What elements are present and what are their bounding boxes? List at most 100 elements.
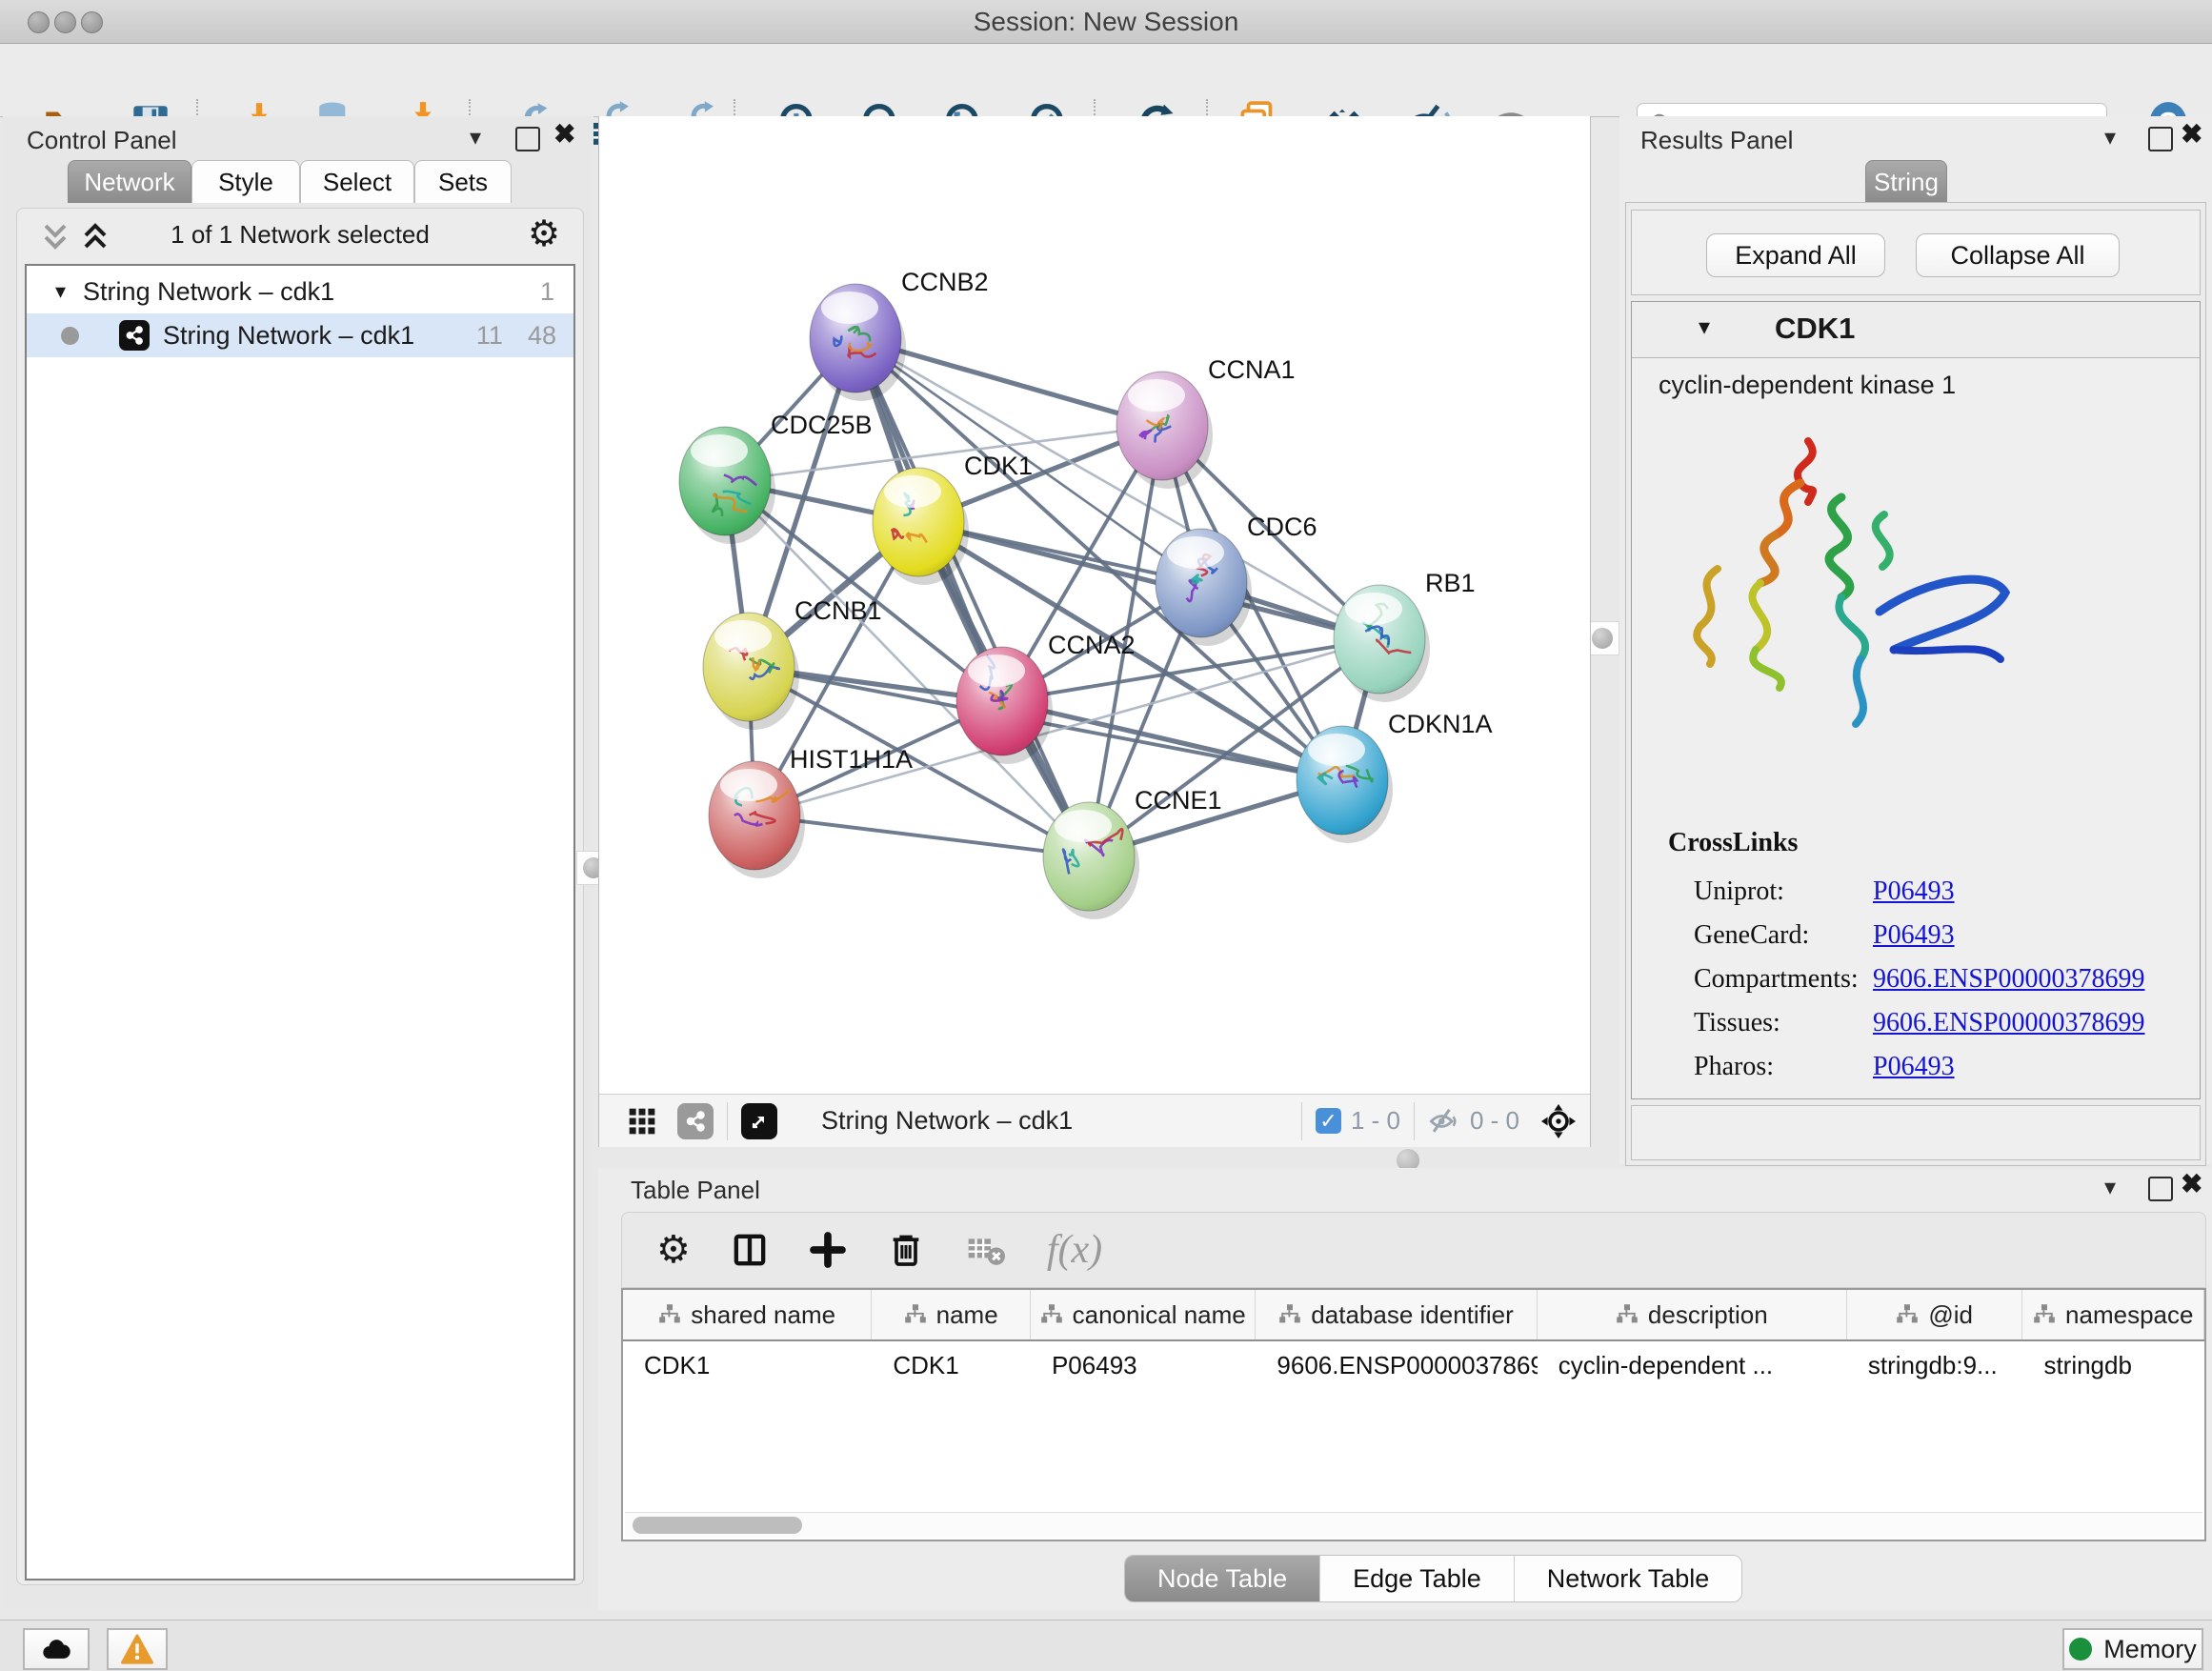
results-panel-close-icon[interactable]: ✖ — [2181, 124, 2202, 145]
table-cell[interactable]: cyclin-dependent ... — [1538, 1341, 1847, 1389]
tab-style[interactable]: Style — [191, 160, 300, 203]
table-cell[interactable]: stringdb — [2022, 1341, 2204, 1389]
cloud-status-button[interactable] — [23, 1628, 90, 1670]
results-panel-float-icon[interactable] — [2148, 127, 2173, 151]
table-cell[interactable]: stringdb:9... — [1847, 1341, 2023, 1389]
gene-expander-caret[interactable]: ▾ — [1699, 313, 1710, 341]
tab-node-table[interactable]: Node Table — [1125, 1556, 1320, 1601]
memory-button[interactable]: Memory — [2062, 1628, 2203, 1670]
string-view-badge-icon[interactable] — [677, 1103, 714, 1139]
scrollbar-thumb[interactable] — [633, 1517, 802, 1534]
node-label-CCNA2: CCNA2 — [1048, 631, 1136, 659]
tab-string[interactable]: String — [1865, 160, 1947, 203]
table-cell[interactable]: 9606.ENSP00000378699 — [1256, 1341, 1537, 1389]
network-node-RB1[interactable]: RB1 — [1334, 569, 1476, 702]
control-panel-menu-caret[interactable]: ▾ — [470, 124, 481, 151]
control-panel-close-icon[interactable]: ✖ — [553, 124, 575, 145]
network-state-dot — [61, 327, 79, 345]
tab-network-table[interactable]: Network Table — [1515, 1556, 1742, 1601]
memory-status-dot — [2069, 1638, 2092, 1661]
birdseye-view-icon[interactable] — [624, 1103, 660, 1139]
table-panel-menu-caret[interactable]: ▾ — [2104, 1174, 2116, 1201]
table-cell[interactable]: CDK1 — [623, 1341, 872, 1389]
node-label-CDC25B: CDC25B — [771, 411, 873, 439]
table-options-gear-icon[interactable]: ⚙ — [656, 1231, 691, 1269]
footer-separator — [727, 1102, 728, 1140]
column-header-database-identifier[interactable]: database identifier — [1256, 1290, 1537, 1339]
footer-separator — [1301, 1102, 1302, 1140]
tab-select[interactable]: Select — [300, 160, 414, 203]
column-header-shared-name[interactable]: shared name — [623, 1290, 872, 1339]
column-header-namespace[interactable]: namespace — [2022, 1290, 2204, 1339]
table-row[interactable]: CDK1CDK1P064939606.ENSP00000378699cyclin… — [623, 1341, 2204, 1389]
table-panel-float-icon[interactable] — [2148, 1177, 2173, 1201]
tab-edge-table[interactable]: Edge Table — [1320, 1556, 1515, 1601]
crosslink-label: Tissues: — [1694, 1008, 1873, 1038]
pan-crosshair-icon[interactable] — [1540, 1103, 1577, 1139]
network-node-CCNE1[interactable]: CCNE1 — [1043, 786, 1222, 919]
network-node-CDK1[interactable]: CDK1 — [873, 452, 1033, 585]
collapse-all-button[interactable]: Collapse All — [1916, 233, 2120, 277]
results-panel-menu-caret[interactable]: ▾ — [2104, 124, 2116, 151]
network-options-gear-icon[interactable]: ⚙ — [528, 212, 560, 255]
collection-expander-caret[interactable]: ▾ — [55, 279, 66, 304]
column-header-name[interactable]: name — [872, 1290, 1031, 1339]
crosslink-row: Tissues:9606.ENSP00000378699 — [1694, 1001, 2189, 1045]
tab-sets[interactable]: Sets — [414, 160, 512, 203]
collection-label: String Network – cdk1 — [83, 277, 334, 307]
crosslink-link[interactable]: P06493 — [1873, 876, 1955, 907]
network-row-selected[interactable]: String Network – cdk1 11 48 — [27, 313, 573, 357]
add-column-icon[interactable] — [809, 1231, 847, 1269]
cytoscape-window: Session: New Session — [0, 0, 2212, 1671]
gene-symbol: CDK1 — [1775, 312, 1855, 346]
table-cell[interactable]: CDK1 — [872, 1341, 1031, 1389]
footer-separator — [1414, 1102, 1415, 1140]
network-node-CCNB1[interactable]: CCNB1 — [703, 596, 882, 730]
expand-all-button[interactable]: Expand All — [1706, 233, 1885, 277]
table-panel-close-icon[interactable]: ✖ — [2181, 1174, 2202, 1195]
network-collection-row[interactable]: ▾ String Network – cdk1 1 — [27, 270, 573, 313]
crosslink-link[interactable]: P06493 — [1873, 920, 1955, 951]
network-edge-CCNB2-CCNE1[interactable] — [855, 338, 1089, 856]
network-selection-status: 1 of 1 Network selected — [17, 220, 583, 250]
network-node-HIST1H1A[interactable]: HIST1H1A — [709, 745, 913, 878]
horizontal-scrollbar[interactable] — [625, 1512, 2202, 1538]
network-canvas[interactable]: CCNB2CCNA1CDC25BCDK1CDC6RB1CCNB1CCNA2CDK… — [599, 116, 1588, 1094]
column-header-description[interactable]: description — [1538, 1290, 1847, 1339]
network-node-CDKN1A[interactable]: CDKN1A — [1297, 710, 1493, 843]
network-node-CDC25B[interactable]: CDC25B — [679, 411, 873, 544]
warnings-button[interactable] — [107, 1628, 168, 1670]
node-label-CCNB2: CCNB2 — [901, 268, 989, 296]
column-header--id[interactable]: @id — [1847, 1290, 2023, 1339]
crosslink-link[interactable]: 9606.ENSP00000378699 — [1873, 1008, 2144, 1038]
network-view-footer: String Network – cdk1 ✓ 1 - 0 0 - 0 — [599, 1094, 1590, 1147]
delete-column-icon[interactable] — [887, 1231, 925, 1269]
crosslink-link[interactable]: P06493 — [1873, 1052, 1955, 1082]
node-label-CCNE1: CCNE1 — [1135, 786, 1222, 815]
gene-section: ▾ CDK1 cyclin-dependent kinase 1 — [1631, 301, 2201, 1099]
table-cell[interactable]: P06493 — [1031, 1341, 1256, 1389]
crosslinks-heading: CrossLinks — [1668, 828, 1798, 858]
network-edge-CCNA2-CDKN1A[interactable] — [1002, 701, 1342, 780]
crosslink-label: GeneCard: — [1694, 920, 1873, 951]
tab-network[interactable]: Network — [68, 160, 191, 203]
column-header-label: namespace — [2065, 1300, 2193, 1330]
network-node-CCNB2[interactable]: CCNB2 — [810, 268, 989, 401]
network-label: String Network – cdk1 — [163, 321, 414, 351]
gene-section-header[interactable]: ▾ CDK1 — [1632, 302, 2200, 358]
function-builder-icon[interactable]: f(x) — [1047, 1227, 1102, 1273]
delete-table-icon[interactable] — [965, 1231, 1007, 1269]
selected-nodes-checkbox[interactable]: ✓ — [1316, 1108, 1341, 1134]
control-panel: Control Panel ▾ ✖ NetworkStyleSelectSets… — [3, 116, 593, 1610]
node-label-CDKN1A: CDKN1A — [1388, 710, 1493, 738]
hidden-items-icon[interactable] — [1428, 1107, 1460, 1136]
control-panel-float-icon[interactable] — [515, 127, 540, 151]
results-footer-strip — [1631, 1105, 2201, 1160]
column-header-canonical-name[interactable]: canonical name — [1031, 1290, 1256, 1339]
node-table: shared namenamecanonical namedatabase id… — [621, 1288, 2206, 1541]
crosslink-link[interactable]: 9606.ENSP00000378699 — [1873, 964, 2144, 995]
show-columns-icon[interactable] — [731, 1231, 769, 1269]
open-in-string-icon[interactable] — [741, 1103, 777, 1139]
network-node-CDC6[interactable]: CDC6 — [1156, 513, 1317, 646]
protein-structure-image — [1665, 424, 2037, 753]
